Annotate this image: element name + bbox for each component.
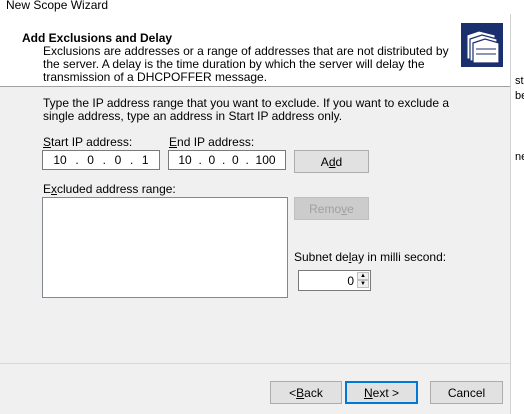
excluded-range-list[interactable] (42, 197, 288, 298)
ip-octet: 0 (87, 153, 94, 167)
excluded-range-label: Excluded address range: (43, 182, 176, 196)
page-title: Add Exclusions and Delay (22, 31, 173, 45)
ip-octet: 100 (255, 153, 276, 167)
subnet-delay-label: Subnet delay in milli second: (294, 250, 447, 264)
spin-up-icon[interactable]: ▲ (357, 272, 369, 280)
ip-dot: . (245, 153, 249, 167)
edge-text: be (515, 90, 524, 102)
edge-text: ne (515, 151, 524, 163)
end-ip-label: End IP address: (169, 135, 255, 149)
ip-dot: . (221, 153, 226, 167)
next-button[interactable]: Next > (345, 381, 418, 404)
cancel-button[interactable]: Cancel (430, 381, 503, 404)
window-titlebar: New Scope Wizard (0, 0, 524, 14)
folders-icon (461, 23, 503, 67)
subnet-delay-spinner[interactable]: 0 ▲ ▼ (298, 270, 371, 291)
end-ip-field[interactable]: 10. 0. 0. 100 (168, 150, 286, 170)
background-window-edge: st be ne (510, 14, 524, 414)
add-button[interactable]: Add (294, 150, 369, 173)
ip-octet: 0 (232, 153, 239, 167)
remove-button[interactable]: Remo v e (294, 197, 369, 220)
back-button[interactable]: < Back (270, 381, 342, 404)
ip-octet: 10 (178, 153, 192, 167)
ip-dot: . (102, 153, 106, 167)
ip-octet: 0 (208, 153, 216, 167)
wizard-header: Add Exclusions and Delay Exclusions are … (0, 14, 510, 87)
ip-octet: 1 (141, 153, 149, 167)
ip-octet: 10 (53, 153, 67, 167)
ip-octet: 0 (114, 153, 122, 167)
window-title: New Scope Wizard (6, 0, 109, 12)
page-description: Exclusions are addresses or a range of a… (43, 44, 449, 84)
edge-text: st (515, 75, 524, 87)
ip-dot: . (198, 153, 202, 167)
footer-divider (0, 363, 510, 364)
ip-dot: . (75, 153, 79, 167)
start-ip-label: Start IP address: (43, 135, 133, 149)
instruction-text: Type the IP address range that you want … (43, 96, 450, 123)
start-ip-field[interactable]: 10. 0. 0. 1 (42, 150, 160, 170)
ip-dot: . (129, 153, 134, 167)
subnet-delay-value: 0 (347, 274, 354, 288)
spin-down-icon[interactable]: ▼ (357, 280, 369, 288)
